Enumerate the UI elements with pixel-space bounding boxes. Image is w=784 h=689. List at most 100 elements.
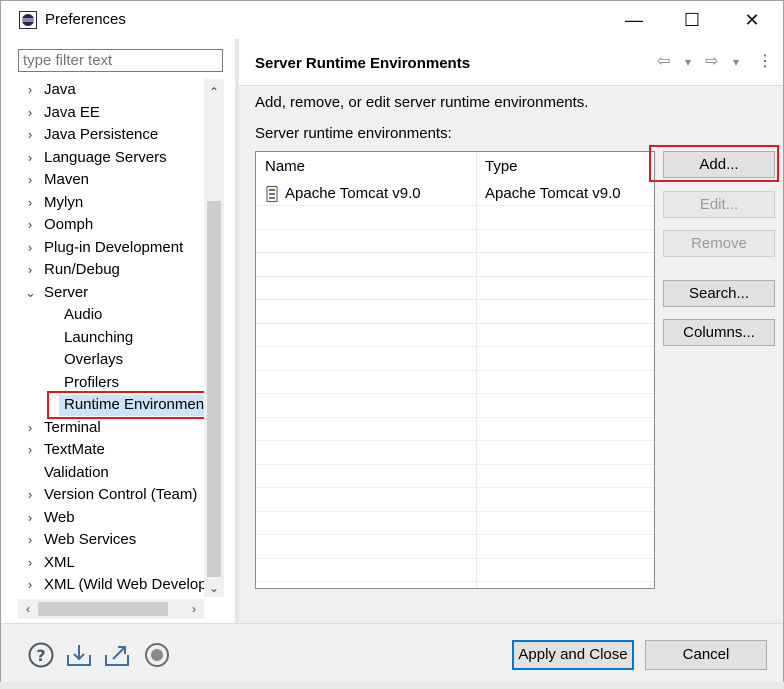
table-row-divider <box>256 205 654 206</box>
export-icon[interactable] <box>103 641 131 669</box>
runtime-environments-highlight-box <box>47 391 213 419</box>
chevron-right-icon[interactable]: › <box>25 237 35 259</box>
tree-vertical-scrollbar[interactable]: ⌃ ⌄ <box>204 79 224 597</box>
back-menu-icon[interactable]: ▾ <box>685 51 691 73</box>
page-header: Server Runtime Environments ⇦ ▾ ⇨ ▾ ⋮ <box>239 39 783 86</box>
tree-item-label: Java <box>44 81 76 98</box>
tree-item[interactable]: › Language Servers <box>18 147 204 169</box>
record-icon[interactable] <box>143 641 171 669</box>
table-row-divider <box>256 299 654 300</box>
tree-item[interactable]: › XML <box>18 552 204 574</box>
scroll-right-icon[interactable]: › <box>184 600 204 618</box>
tree-item-label: Oomph <box>44 216 94 233</box>
scroll-down-icon[interactable]: ⌄ <box>204 579 224 597</box>
table-row-divider <box>256 487 654 488</box>
table-row-divider <box>256 440 654 441</box>
eclipse-app-icon <box>19 11 37 29</box>
table-row-divider <box>256 510 654 512</box>
chevron-right-icon[interactable]: › <box>25 259 35 281</box>
search-button[interactable]: Search... <box>663 280 775 307</box>
tree-item-label: Version Control (Team) <box>44 486 198 503</box>
chevron-right-icon[interactable]: › <box>25 552 35 574</box>
tree-item-label: Terminal <box>44 418 101 436</box>
tree-item[interactable]: › Version Control (Team) <box>18 484 204 506</box>
remove-button[interactable]: Remove <box>663 230 775 257</box>
tree-item-label: Java Persistence <box>44 126 159 143</box>
tree-item-label: Validation <box>44 463 109 481</box>
chevron-right-icon[interactable]: › <box>25 147 35 169</box>
tree-item[interactable]: › XML (Wild Web Develop <box>18 574 204 596</box>
import-icon[interactable] <box>65 641 93 669</box>
tree-item-label: Language Servers <box>44 148 167 166</box>
minimize-button[interactable]: — <box>605 1 663 39</box>
filter-input[interactable] <box>18 49 223 72</box>
tree-item[interactable]: › TextMate <box>18 439 204 461</box>
vertical-scroll-thumb[interactable] <box>207 201 221 577</box>
scroll-up-icon[interactable]: ⌃ <box>204 83 224 101</box>
runtime-environments-table[interactable]: Name Type Apache Tomcat v9.0 Apache Tomca… <box>255 151 655 589</box>
chevron-right-icon[interactable]: › <box>25 192 35 214</box>
chevron-right-icon[interactable]: › <box>25 102 35 124</box>
close-button[interactable]: ✕ <box>723 1 781 39</box>
table-cell-name[interactable]: Apache Tomcat v9.0 <box>285 183 421 205</box>
back-arrow-icon[interactable]: ⇦ <box>657 51 670 73</box>
tree-item[interactable]: ⌄ Server <box>18 282 204 304</box>
tree-horizontal-scrollbar[interactable]: ‹ › <box>18 599 204 619</box>
edit-button[interactable]: Edit... <box>663 191 775 218</box>
tree-item-label: Run/Debug <box>44 261 120 278</box>
tree-item-label: Overlays <box>64 351 124 368</box>
tree-item-label: TextMate <box>44 441 105 458</box>
title-bar[interactable]: Preferences — ☐ ✕ <box>1 1 783 39</box>
table-cell-type[interactable]: Apache Tomcat v9.0 <box>485 183 621 205</box>
horizontal-scroll-thumb[interactable] <box>38 602 168 616</box>
table-row-divider <box>256 252 654 253</box>
chevron-right-icon[interactable]: › <box>25 169 35 191</box>
tree-item[interactable]: › Terminal <box>18 417 204 439</box>
tree-item[interactable]: › Maven <box>18 169 204 191</box>
tree-item[interactable]: Launching <box>18 327 204 349</box>
tree-item-label: XML <box>44 553 75 571</box>
table-row-divider <box>256 534 654 535</box>
forward-menu-icon[interactable]: ▾ <box>733 51 739 73</box>
help-icon[interactable]: ? <box>27 641 55 669</box>
tree-item[interactable]: Overlays <box>18 349 204 371</box>
background-taskbar-strip <box>0 682 784 689</box>
table-row-divider <box>256 393 654 394</box>
chevron-right-icon[interactable]: › <box>25 417 35 439</box>
chevron-right-icon[interactable]: › <box>25 529 35 551</box>
preferences-tree: › Java › Java EE › Java Persistence › Language … <box>18 79 204 597</box>
chevron-right-icon[interactable]: › <box>25 124 35 146</box>
scroll-left-icon[interactable]: ‹ <box>18 600 38 618</box>
table-row-divider <box>256 346 654 347</box>
chevron-down-icon[interactable]: ⌄ <box>25 282 36 304</box>
tree-item[interactable]: › Java EE <box>18 102 204 124</box>
tree-item[interactable]: Audio <box>18 304 204 326</box>
cancel-button[interactable]: Cancel <box>645 640 767 670</box>
add-button[interactable]: Add... <box>663 151 775 178</box>
column-header-type[interactable]: Type <box>476 152 654 180</box>
maximize-button[interactable]: ☐ <box>663 1 721 39</box>
chevron-right-icon[interactable]: › <box>25 79 35 101</box>
tree-item[interactable]: › Java <box>18 79 204 101</box>
forward-arrow-icon[interactable]: ⇨ <box>705 51 718 73</box>
column-header-name[interactable]: Name <box>256 152 476 180</box>
tree-item-label: Server <box>44 283 89 301</box>
tree-item[interactable]: › Run/Debug <box>18 259 204 281</box>
more-menu-icon[interactable]: ⋮ <box>757 51 773 73</box>
svg-text:?: ? <box>36 646 45 665</box>
tree-item[interactable]: › Mylyn <box>18 192 204 214</box>
tree-item[interactable]: › Web Services <box>18 529 204 551</box>
apply-and-close-button[interactable]: Apply and Close <box>512 640 634 670</box>
chevron-right-icon[interactable]: › <box>25 214 35 236</box>
tree-item[interactable]: Validation <box>18 462 204 484</box>
runtime-list-label: Server runtime environments: <box>255 125 452 142</box>
chevron-right-icon[interactable]: › <box>25 484 35 506</box>
tree-item[interactable]: › Oomph <box>18 214 204 236</box>
tree-item[interactable]: › Plug-in Development <box>18 237 204 259</box>
tree-item[interactable]: › Java Persistence <box>18 124 204 146</box>
chevron-right-icon[interactable]: › <box>25 507 35 529</box>
chevron-right-icon[interactable]: › <box>25 439 35 461</box>
tree-item[interactable]: › Web <box>18 507 204 529</box>
columns-button[interactable]: Columns... <box>663 319 775 346</box>
chevron-right-icon[interactable]: › <box>25 574 35 596</box>
